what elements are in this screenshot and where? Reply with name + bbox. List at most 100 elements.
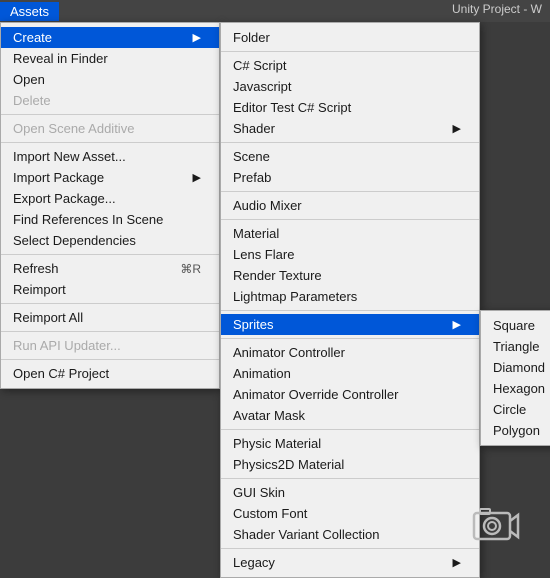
menu-item-label: Material — [233, 226, 279, 241]
submenu-arrow-icon: ▶ — [453, 556, 461, 569]
assets-menu-item-13: Run API Updater... — [1, 335, 219, 356]
menu-item-label: Run API Updater... — [13, 338, 121, 353]
assets-menu-item-9[interactable]: Select Dependencies — [1, 230, 219, 251]
menu-item-label: Find References In Scene — [13, 212, 163, 227]
menu-item-label: Export Package... — [13, 191, 116, 206]
create-menu-item-5[interactable]: Scene — [221, 146, 479, 167]
menu-item-label: GUI Skin — [233, 485, 285, 500]
sprites-menu-item-5[interactable]: Polygon — [481, 420, 550, 441]
assets-menu-item-10[interactable]: Refresh ⌘R — [1, 258, 219, 279]
create-menu-item-8[interactable]: Material — [221, 223, 479, 244]
menu-item-label: Shader Variant Collection — [233, 527, 379, 542]
assets-menu-item-6[interactable]: Import Package ▶ — [1, 167, 219, 188]
create-menu-item-11[interactable]: Lightmap Parameters — [221, 286, 479, 307]
menu-item-label: Scene — [233, 149, 270, 164]
create-menu-item-15[interactable]: Animator Override Controller — [221, 384, 479, 405]
menu-separator — [1, 254, 219, 255]
sprites-menu-item-4[interactable]: Circle — [481, 399, 550, 420]
menu-item-label: Legacy — [233, 555, 275, 570]
sprites-submenu: Square Triangle Diamond Hexagon Circle Polygo… — [480, 310, 550, 446]
create-menu-item-1[interactable]: C# Script — [221, 55, 479, 76]
assets-menu-item-3: Delete — [1, 90, 219, 111]
assets-menu-item-8[interactable]: Find References In Scene — [1, 209, 219, 230]
create-menu-item-10[interactable]: Render Texture — [221, 265, 479, 286]
assets-menu-item-14[interactable]: Open C# Project — [1, 363, 219, 384]
menu-item-label: Open — [13, 72, 45, 87]
assets-menu-item-0[interactable]: Create▶ — [1, 27, 219, 48]
assets-menu-item-7[interactable]: Export Package... — [1, 188, 219, 209]
menu-item-label: Reimport — [13, 282, 66, 297]
create-menu-item-6[interactable]: Prefab — [221, 167, 479, 188]
menu-item-label: Sprites — [233, 317, 273, 332]
create-menu-item-2[interactable]: Javascript — [221, 76, 479, 97]
menu-item-shortcut: ⌘R — [180, 262, 201, 276]
menu-separator — [221, 219, 479, 220]
menu-item-label: Open C# Project — [13, 366, 109, 381]
menu-item-label: Polygon — [493, 423, 540, 438]
menu-item-label: Javascript — [233, 79, 292, 94]
menu-item-label: Editor Test C# Script — [233, 100, 351, 115]
create-menu-item-20[interactable]: Custom Font — [221, 503, 479, 524]
sprites-menu-item-2[interactable]: Diamond — [481, 357, 550, 378]
assets-menu-trigger[interactable]: Assets — [0, 2, 59, 21]
menu-item-label: Diamond — [493, 360, 545, 375]
menu-item-label: Folder — [233, 30, 270, 45]
menu-item-label: Refresh — [13, 261, 59, 276]
menu-item-label: Audio Mixer — [233, 198, 302, 213]
create-submenu: Folder C# Script Javascript Editor Test C# … — [220, 22, 480, 578]
menu-separator — [1, 331, 219, 332]
assets-menu-item-4: Open Scene Additive — [1, 118, 219, 139]
unity-project-label: Unity Project - W — [452, 2, 542, 16]
create-menu-item-21[interactable]: Shader Variant Collection — [221, 524, 479, 545]
menu-separator — [221, 310, 479, 311]
create-menu-item-0[interactable]: Folder — [221, 27, 479, 48]
menu-item-label: Lens Flare — [233, 247, 294, 262]
menu-item-label: Physic Material — [233, 436, 321, 451]
menu-item-label: Square — [493, 318, 535, 333]
sprites-menu-item-1[interactable]: Triangle — [481, 336, 550, 357]
sprites-menu-item-3[interactable]: Hexagon — [481, 378, 550, 399]
menu-separator — [221, 429, 479, 430]
create-menu-item-22[interactable]: Legacy ▶ — [221, 552, 479, 573]
create-menu-item-16[interactable]: Avatar Mask — [221, 405, 479, 426]
create-menu-item-4[interactable]: Shader▶ — [221, 118, 479, 139]
menu-item-label: Import Package — [13, 170, 104, 185]
assets-menu-item-11[interactable]: Reimport — [1, 279, 219, 300]
menu-item-label: Open Scene Additive — [13, 121, 134, 136]
menu-separator — [1, 303, 219, 304]
assets-menu-item-2[interactable]: Open — [1, 69, 219, 90]
menu-separator — [221, 142, 479, 143]
assets-menu-item-5[interactable]: Import New Asset... — [1, 146, 219, 167]
sprites-menu-item-0[interactable]: Square — [481, 315, 550, 336]
create-menu-item-17[interactable]: Physic Material — [221, 433, 479, 454]
create-menu-item-12[interactable]: Sprites ▶ — [221, 314, 479, 335]
create-menu-item-19[interactable]: GUI Skin — [221, 482, 479, 503]
menu-item-label: Prefab — [233, 170, 271, 185]
create-menu-item-14[interactable]: Animation — [221, 363, 479, 384]
menu-item-label: Animation — [233, 366, 291, 381]
submenu-arrow-icon: ▶ — [193, 171, 201, 184]
menu-separator — [221, 51, 479, 52]
menu-item-label: Reveal in Finder — [13, 51, 108, 66]
create-menu-item-18[interactable]: Physics2D Material — [221, 454, 479, 475]
create-menu-item-7[interactable]: Audio Mixer — [221, 195, 479, 216]
menu-item-label: Shader — [233, 121, 275, 136]
menu-separator — [221, 191, 479, 192]
menu-item-label: Reimport All — [13, 310, 83, 325]
menu-item-label: Physics2D Material — [233, 457, 344, 472]
menu-separator — [1, 114, 219, 115]
submenu-arrow-icon: ▶ — [453, 318, 461, 331]
menu-item-label: Triangle — [493, 339, 539, 354]
menu-separator — [221, 548, 479, 549]
menu-item-label: Hexagon — [493, 381, 545, 396]
assets-menu-item-12[interactable]: Reimport All — [1, 307, 219, 328]
menu-item-label: Select Dependencies — [13, 233, 136, 248]
menu-bar: Assets Unity Project - W — [0, 0, 550, 22]
create-menu-item-3[interactable]: Editor Test C# Script — [221, 97, 479, 118]
create-menu-item-9[interactable]: Lens Flare — [221, 244, 479, 265]
menu-item-label: Delete — [13, 93, 51, 108]
create-menu-item-13[interactable]: Animator Controller — [221, 342, 479, 363]
menu-item-label: C# Script — [233, 58, 286, 73]
menu-item-label: Render Texture — [233, 268, 322, 283]
assets-menu-item-1[interactable]: Reveal in Finder — [1, 48, 219, 69]
